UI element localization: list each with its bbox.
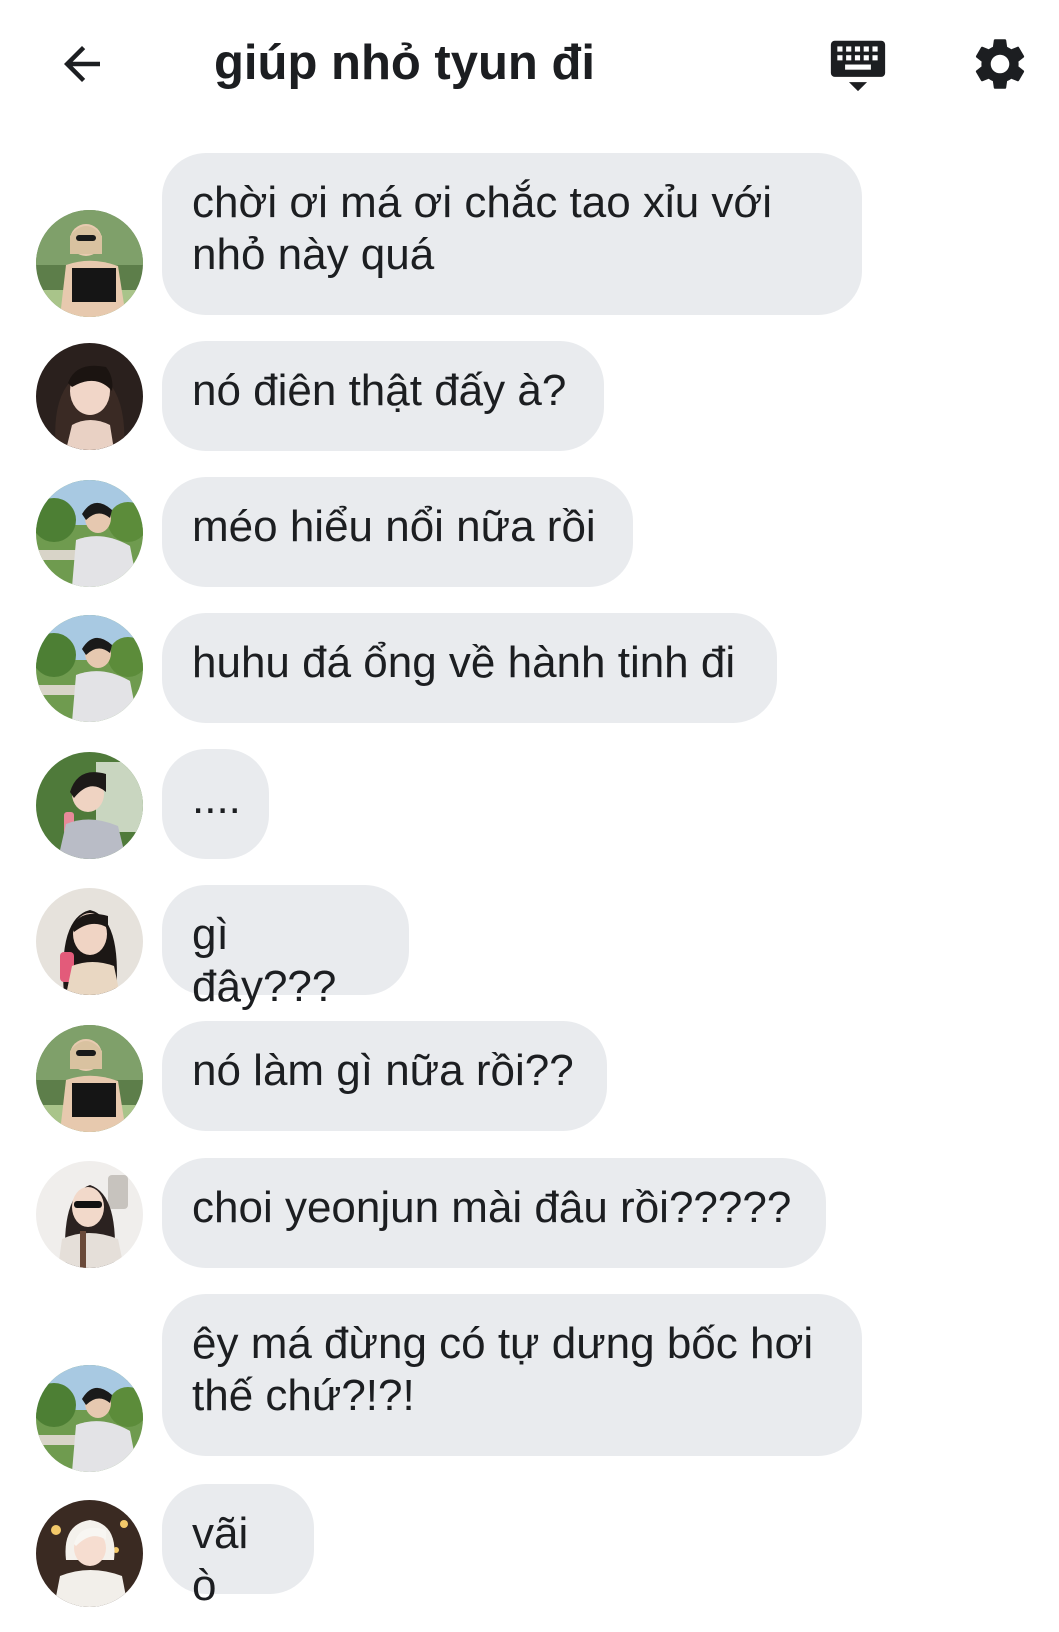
message-bubble[interactable]: choi yeonjun mài đâu rồi????? xyxy=(162,1158,826,1268)
message-bubble[interactable]: nó làm gì nữa rồi?? xyxy=(162,1021,607,1131)
message-text: chời ơi má ơi chắc tao xỉu với nhỏ này q… xyxy=(192,178,773,279)
avatar[interactable] xyxy=(36,615,143,722)
avatar[interactable] xyxy=(36,1025,143,1132)
avatar[interactable] xyxy=(36,1161,143,1268)
message-text: nó điên thật đấy à? xyxy=(192,366,567,415)
message-text: .... xyxy=(192,774,241,823)
avatar[interactable] xyxy=(36,752,143,859)
message-bubble[interactable]: .... xyxy=(162,749,269,859)
message-bubble[interactable]: chời ơi má ơi chắc tao xỉu với nhỏ này q… xyxy=(162,153,862,315)
message-text: vãi ò xyxy=(192,1509,249,1610)
message-bubble[interactable]: gì đây??? xyxy=(162,885,409,1011)
message-list: chời ơi má ơi chắc tao xỉu với nhỏ này q… xyxy=(0,0,1059,1632)
message-bubble[interactable]: huhu đá ổng về hành tinh đi xyxy=(162,613,777,723)
message-text: nó làm gì nữa rồi?? xyxy=(192,1046,574,1095)
avatar[interactable] xyxy=(36,888,143,995)
message-text: méo hiểu nổi nữa rồi xyxy=(192,502,596,551)
message-text: êy má đừng có tự dưng bốc hơi thế chứ?!?… xyxy=(192,1319,814,1420)
message-bubble[interactable]: méo hiểu nổi nữa rồi xyxy=(162,477,633,587)
message-text: choi yeonjun mài đâu rồi????? xyxy=(192,1183,792,1232)
message-bubble[interactable]: nó điên thật đấy à? xyxy=(162,341,604,451)
avatar[interactable] xyxy=(36,480,143,587)
message-text: gì đây??? xyxy=(192,910,337,1011)
avatar[interactable] xyxy=(36,343,143,450)
message-text: huhu đá ổng về hành tinh đi xyxy=(192,638,736,687)
avatar[interactable] xyxy=(36,1365,143,1472)
avatar[interactable] xyxy=(36,1500,143,1607)
message-bubble[interactable]: vãi ò xyxy=(162,1484,314,1610)
avatar[interactable] xyxy=(36,210,143,317)
message-bubble[interactable]: êy má đừng có tự dưng bốc hơi thế chứ?!?… xyxy=(162,1294,862,1456)
